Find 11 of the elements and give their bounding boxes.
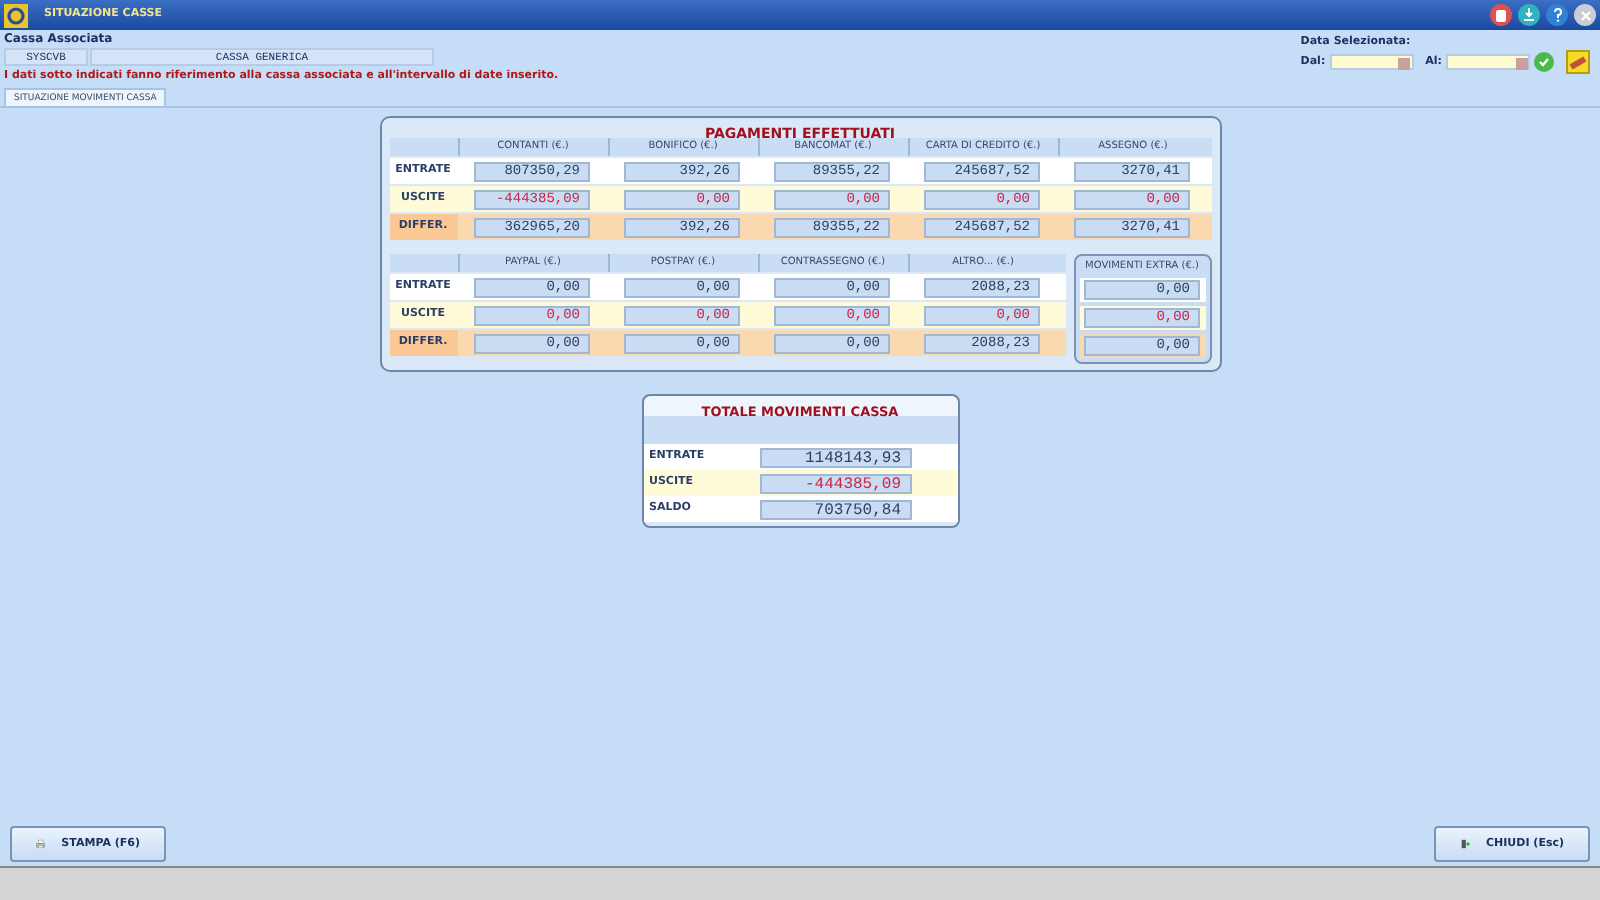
value-field: -444385,09	[759, 473, 911, 493]
from-date-field[interactable]	[1329, 54, 1414, 70]
confirm-check-icon[interactable]	[1534, 52, 1554, 72]
close-icon[interactable]	[1574, 4, 1596, 26]
value-field: 1148143,93	[759, 447, 911, 467]
download-icon[interactable]	[1518, 4, 1540, 26]
help-icon[interactable]	[1546, 4, 1568, 26]
eraser-icon[interactable]	[1566, 50, 1590, 74]
app-logo-icon	[4, 3, 28, 27]
value-field: 703750,84	[759, 499, 911, 519]
to-date-field[interactable]	[1446, 54, 1530, 70]
